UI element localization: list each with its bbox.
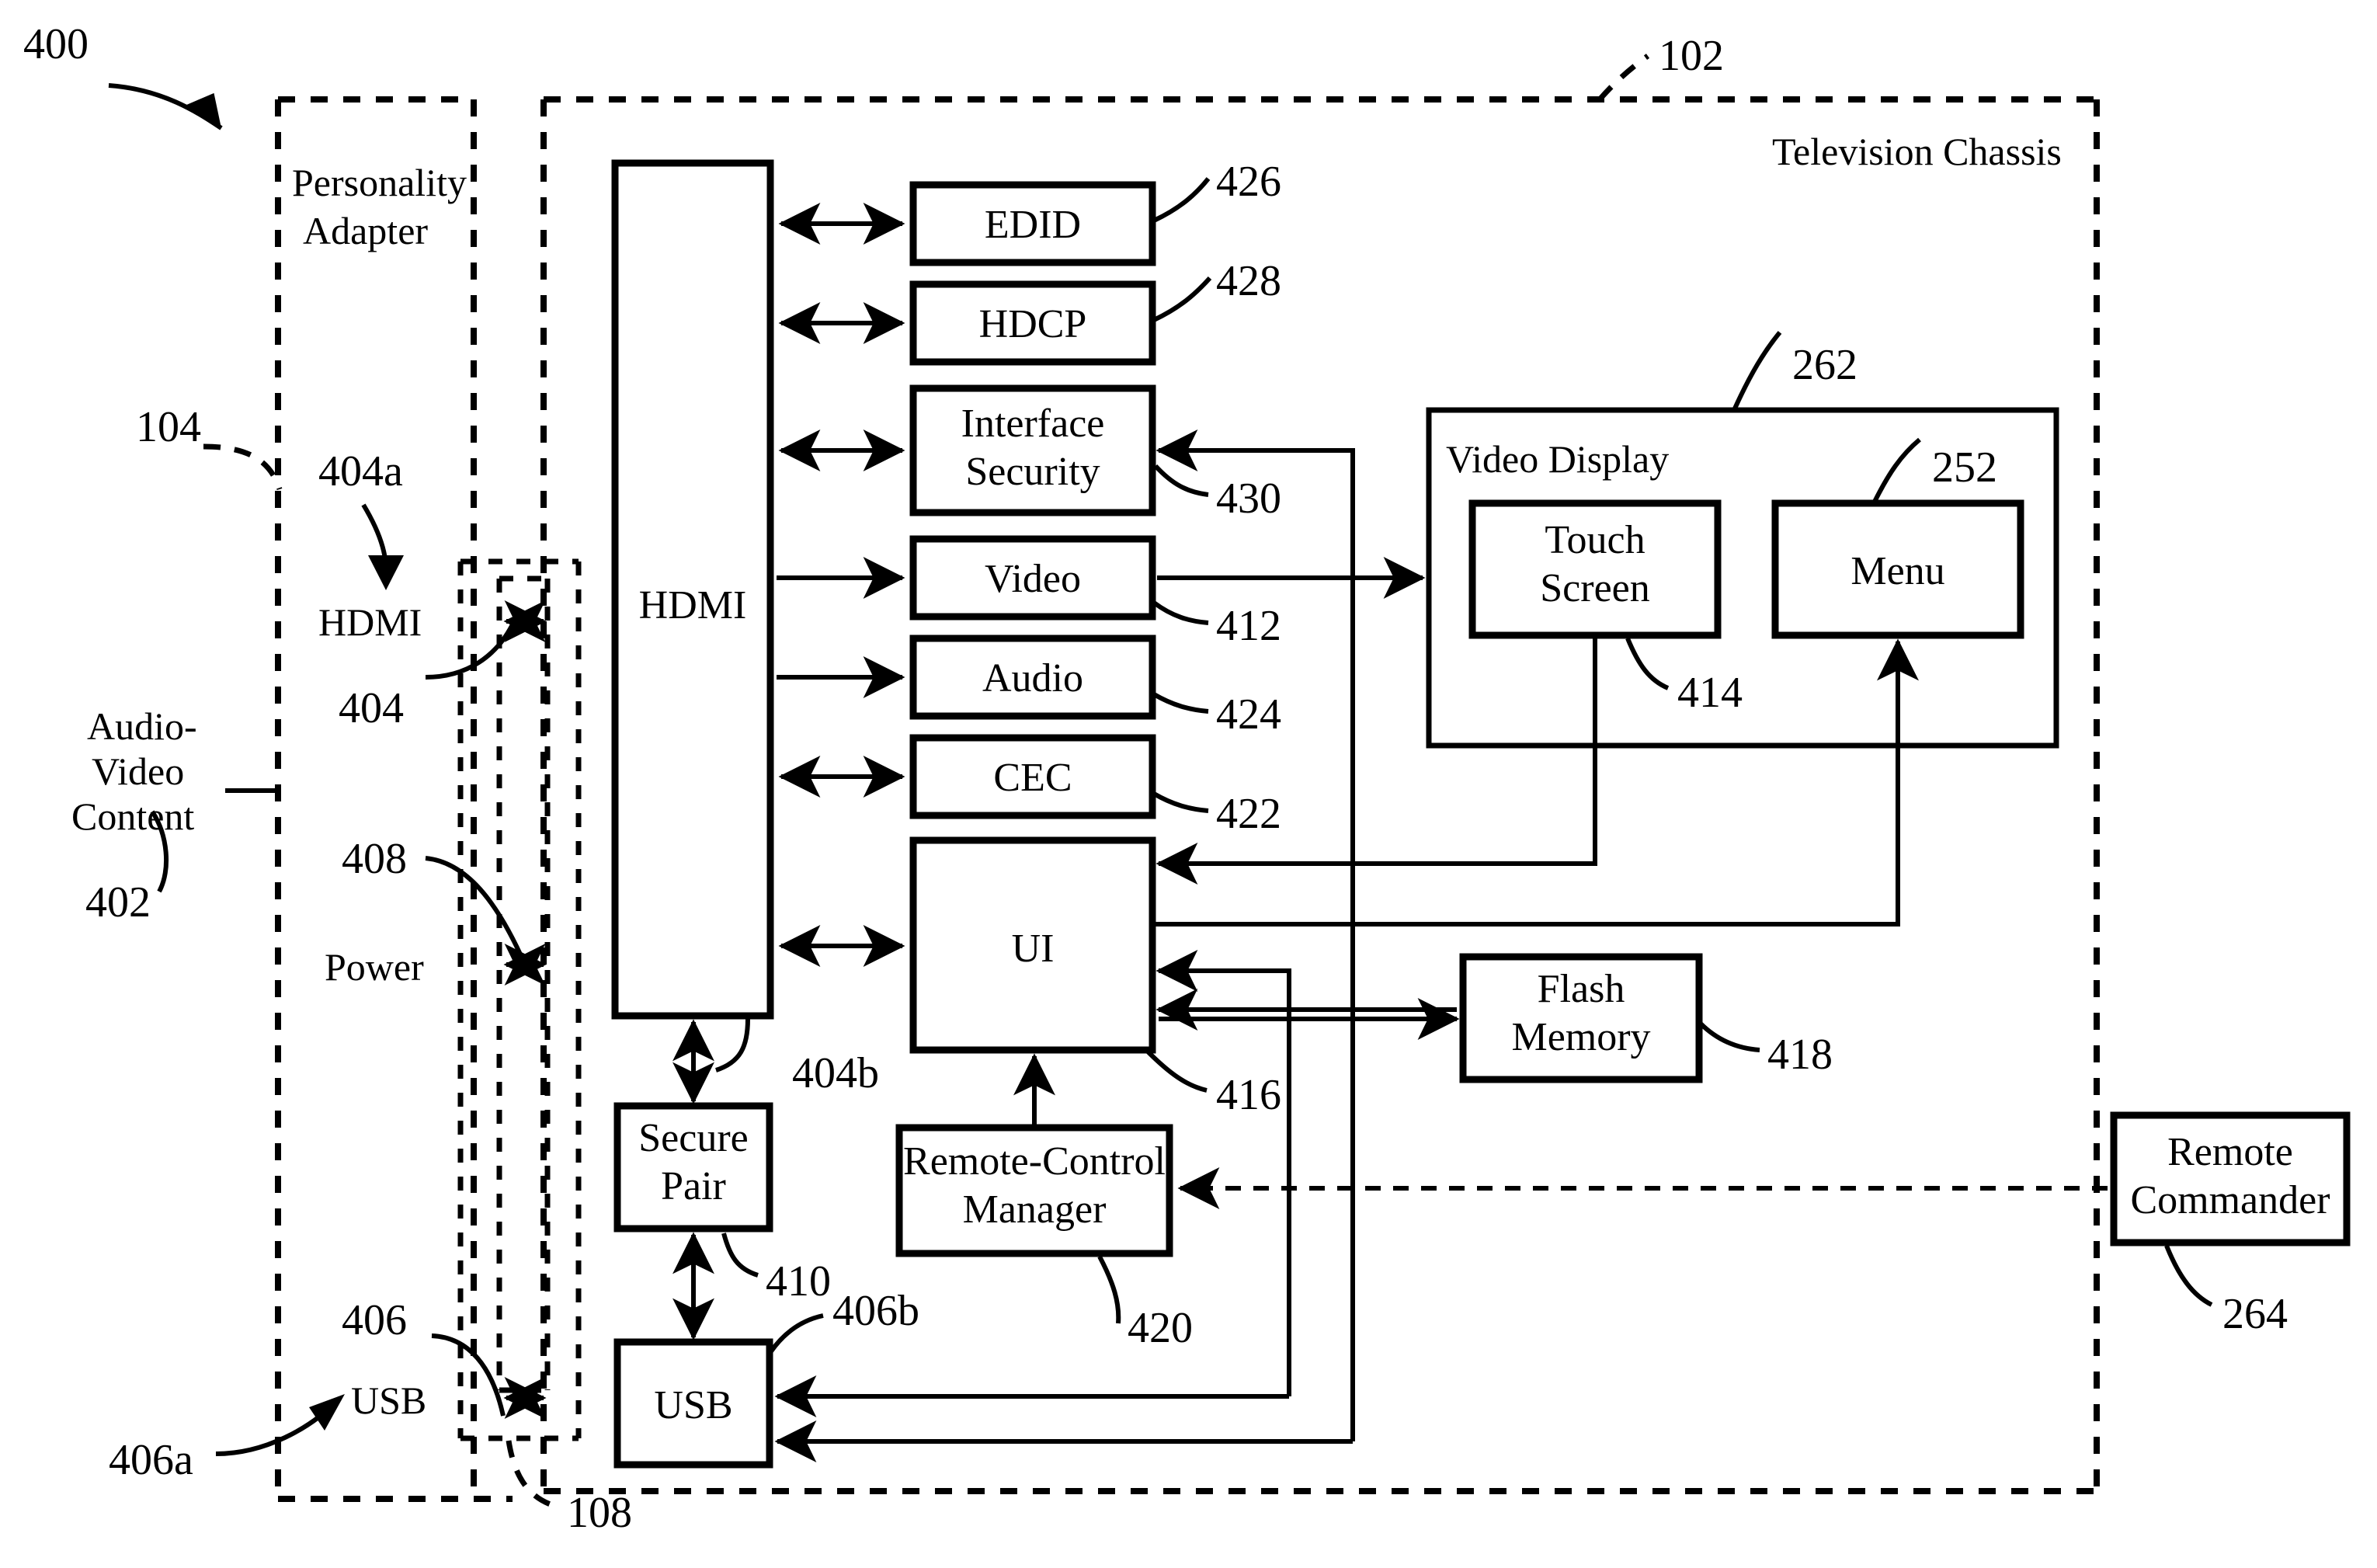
leader-404a bbox=[361, 503, 404, 590]
touch-screen-label-line2: Screen bbox=[1540, 566, 1649, 610]
leader-422 bbox=[1152, 791, 1209, 813]
ref-404b: 404b bbox=[792, 1049, 879, 1097]
ref-406b: 406b bbox=[832, 1287, 919, 1335]
leader-102 bbox=[1597, 54, 1650, 102]
ref-264: 264 bbox=[2222, 1290, 2288, 1338]
usb-port-label: USB bbox=[351, 1379, 426, 1422]
leader-262 bbox=[1732, 331, 1782, 410]
ui-label: UI bbox=[1012, 927, 1055, 971]
leader-104 bbox=[203, 443, 283, 491]
interface-security-label-line1: Interface bbox=[961, 402, 1105, 446]
connector-ui-flash-memory bbox=[1155, 989, 1460, 1040]
leader-428 bbox=[1152, 276, 1212, 322]
edid-label: EDID bbox=[985, 203, 1081, 247]
ref-400: 400 bbox=[23, 20, 89, 68]
cec-label: CEC bbox=[993, 756, 1072, 800]
ref-420: 420 bbox=[1128, 1304, 1193, 1352]
flash-memory-label-line2: Memory bbox=[1511, 1015, 1650, 1059]
remote-commander-label-line1: Remote bbox=[2167, 1130, 2293, 1174]
video-display-label: Video Display bbox=[1446, 437, 1669, 481]
ref-104: 104 bbox=[136, 403, 201, 451]
leader-416 bbox=[1145, 1049, 1208, 1093]
leader-410 bbox=[721, 1232, 759, 1278]
ref-418: 418 bbox=[1767, 1031, 1833, 1079]
ref-406a: 406a bbox=[109, 1436, 193, 1484]
ref-412: 412 bbox=[1216, 602, 1281, 650]
av-content-label-line3: Content bbox=[71, 794, 194, 838]
leader-406b bbox=[769, 1313, 824, 1353]
av-content-label-line2: Video bbox=[92, 749, 184, 793]
ref-430: 430 bbox=[1216, 475, 1281, 523]
leader-108 bbox=[506, 1440, 558, 1510]
secure-pair-label-line2: Pair bbox=[661, 1164, 726, 1208]
ref-416: 416 bbox=[1216, 1071, 1281, 1119]
rcm-label-line2: Manager bbox=[963, 1187, 1107, 1232]
connector-interface-inner-lines bbox=[496, 575, 551, 1393]
ref-410: 410 bbox=[766, 1257, 831, 1306]
leader-264 bbox=[2164, 1244, 2213, 1307]
ref-102: 102 bbox=[1659, 32, 1724, 80]
av-content-label-line1: Audio- bbox=[87, 704, 197, 748]
secure-pair-label-line1: Secure bbox=[638, 1116, 748, 1160]
ref-404: 404 bbox=[339, 684, 404, 732]
leader-404b bbox=[715, 1018, 750, 1073]
ref-426: 426 bbox=[1216, 158, 1281, 206]
leader-400 bbox=[108, 83, 223, 130]
interface-security-label-line2: Security bbox=[965, 450, 1100, 494]
ref-108: 108 bbox=[567, 1489, 632, 1537]
power-port-label: Power bbox=[325, 945, 424, 989]
leader-412 bbox=[1152, 600, 1209, 625]
menu-label: Menu bbox=[1851, 549, 1944, 593]
connector-interface-boundary bbox=[457, 558, 582, 1441]
rcm-label-line1: Remote-Control bbox=[903, 1139, 1166, 1184]
figure-canvas: 400 104 102 108 402 404 404a 404b 406 40… bbox=[0, 0, 2377, 1568]
hdmi-chassis-label: HDMI bbox=[639, 583, 747, 628]
touch-screen-label-line1: Touch bbox=[1545, 518, 1645, 562]
personality-adapter-label-line2: Adapter bbox=[303, 209, 428, 252]
television-chassis-label: Television Chassis bbox=[1772, 130, 2062, 173]
flash-memory-label-line1: Flash bbox=[1538, 967, 1625, 1011]
personality-adapter-boundary bbox=[275, 96, 513, 1502]
ref-408: 408 bbox=[342, 835, 407, 883]
ref-404a: 404a bbox=[318, 447, 403, 495]
hdcp-label: HDCP bbox=[979, 302, 1087, 346]
usb-chassis-label: USB bbox=[654, 1383, 732, 1427]
leader-406 bbox=[431, 1333, 506, 1417]
leader-426 bbox=[1152, 177, 1211, 223]
personality-adapter-label-line1: Personality bbox=[292, 161, 467, 204]
ref-428: 428 bbox=[1216, 257, 1281, 305]
leader-420 bbox=[1097, 1255, 1121, 1324]
patent-block-diagram: 400 104 102 108 402 404 404a 404b 406 40… bbox=[23, 20, 2351, 1537]
ref-252: 252 bbox=[1932, 443, 1997, 492]
video-label: Video bbox=[985, 557, 1081, 601]
ref-262: 262 bbox=[1792, 341, 1857, 389]
leader-424 bbox=[1152, 692, 1209, 714]
leader-430 bbox=[1153, 464, 1209, 497]
ref-424: 424 bbox=[1216, 690, 1281, 739]
ref-406: 406 bbox=[342, 1296, 407, 1344]
ref-402: 402 bbox=[85, 878, 151, 927]
ref-422: 422 bbox=[1216, 790, 1281, 838]
audio-label: Audio bbox=[982, 656, 1083, 701]
remote-commander-label-line2: Commander bbox=[2130, 1178, 2330, 1222]
ref-414: 414 bbox=[1677, 669, 1743, 717]
leader-418 bbox=[1698, 1021, 1760, 1052]
hdmi-port-label: HDMI bbox=[318, 600, 422, 644]
